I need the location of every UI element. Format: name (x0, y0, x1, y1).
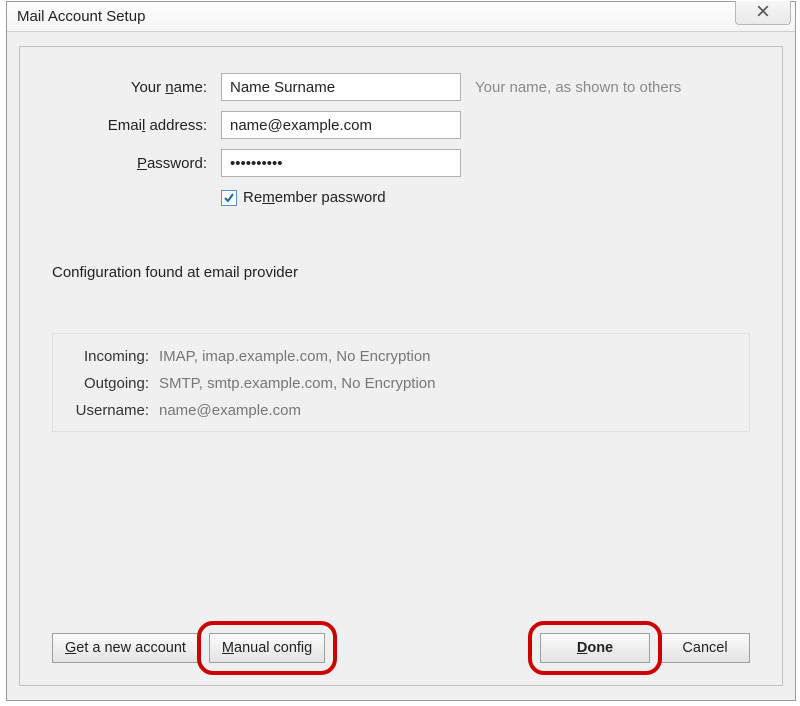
username-label: Username: (67, 402, 149, 419)
email-input[interactable] (221, 111, 461, 139)
name-hint: Your name, as shown to others (475, 79, 750, 96)
status-message: Configuration found at email provider (52, 264, 750, 281)
incoming-value: IMAP, imap.example.com, No Encryption (159, 348, 431, 365)
config-panel: Incoming: IMAP, imap.example.com, No Enc… (52, 333, 750, 432)
name-input[interactable] (221, 73, 461, 101)
remember-checkbox[interactable] (221, 190, 237, 206)
password-label: Password: (52, 155, 207, 172)
get-new-account-button[interactable]: Get a new account (52, 633, 199, 663)
name-label: Your name: (52, 79, 207, 96)
done-button[interactable]: Done (540, 633, 650, 663)
manual-config-highlight: Manual config (209, 633, 325, 663)
button-bar: Get a new account Manual config Done Can… (52, 633, 750, 663)
remember-row: Remember password (221, 189, 750, 206)
window-title: Mail Account Setup (17, 8, 145, 25)
incoming-label: Incoming: (67, 348, 149, 365)
dialog-window: Mail Account Setup Your name: Your name,… (6, 1, 796, 701)
check-icon (223, 192, 235, 204)
close-icon (757, 5, 769, 20)
outgoing-row: Outgoing: SMTP, smtp.example.com, No Enc… (67, 375, 735, 392)
title-bar: Mail Account Setup (7, 2, 795, 32)
password-input[interactable] (221, 149, 461, 177)
dialog-body: Your name: Your name, as shown to others… (19, 46, 783, 686)
username-row: Username: name@example.com (67, 402, 735, 419)
close-button[interactable] (735, 1, 791, 25)
account-form: Your name: Your name, as shown to others… (52, 73, 750, 206)
cancel-button[interactable]: Cancel (660, 633, 750, 663)
done-highlight: Done (540, 633, 650, 663)
outgoing-value: SMTP, smtp.example.com, No Encryption (159, 375, 436, 392)
username-value: name@example.com (159, 402, 301, 419)
outgoing-label: Outgoing: (67, 375, 149, 392)
manual-config-button[interactable]: Manual config (209, 633, 325, 663)
remember-label: Remember password (243, 189, 386, 206)
email-label: Email address: (52, 117, 207, 134)
incoming-row: Incoming: IMAP, imap.example.com, No Enc… (67, 348, 735, 365)
